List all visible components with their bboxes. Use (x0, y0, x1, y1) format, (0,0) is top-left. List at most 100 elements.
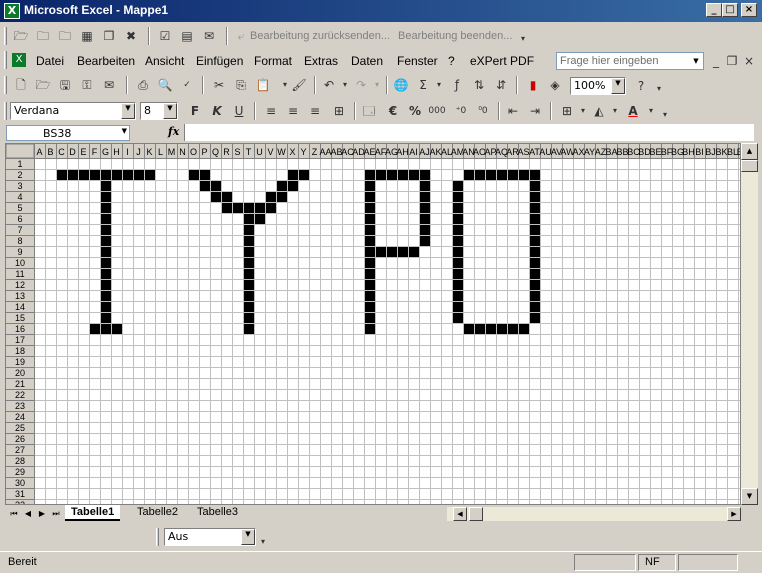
menu-fenster[interactable]: Fenster (397, 54, 438, 68)
menu-help[interactable]: ? (448, 54, 455, 68)
check-icon[interactable]: ☑ (156, 27, 174, 45)
scroll-up-icon[interactable]: ▲ (741, 143, 758, 160)
filled-cell[interactable] (386, 246, 397, 257)
vertical-scrollbar[interactable]: ▲ ▼ (741, 143, 758, 505)
row-header-10[interactable]: 10 (15, 258, 25, 268)
font-size-select[interactable]: 8 ▼ (140, 102, 178, 120)
row-header-5[interactable]: 5 (17, 203, 22, 213)
increase-indent-icon[interactable]: ⇥ (526, 102, 544, 120)
filled-cell[interactable] (408, 169, 419, 180)
filled-cell[interactable] (452, 301, 463, 312)
folder-icon[interactable]: 🗀 (56, 27, 74, 45)
next-sheet-icon[interactable]: ▶ (35, 507, 49, 520)
hyperlink-icon[interactable]: 🌐 (392, 76, 410, 94)
help-question-box[interactable]: Frage hier eingeben ▼ (556, 52, 704, 70)
filled-cell[interactable] (518, 169, 529, 180)
row-header-17[interactable]: 17 (15, 335, 25, 345)
filled-cell[interactable] (276, 180, 287, 191)
prev-sheet-icon[interactable]: ◀ (21, 507, 35, 520)
align-right-icon[interactable]: ≡ (306, 102, 324, 120)
filled-cell[interactable] (364, 268, 375, 279)
filled-cell[interactable] (375, 169, 386, 180)
column-header-y[interactable]: Y (300, 147, 306, 157)
column-header-aj[interactable]: AJ (419, 147, 430, 157)
filled-cell[interactable] (452, 290, 463, 301)
filled-cell[interactable] (56, 169, 67, 180)
column-header-q[interactable]: Q (212, 147, 219, 157)
filled-cell[interactable] (243, 235, 254, 246)
filled-cell[interactable] (100, 235, 111, 246)
spelling-icon[interactable]: ✓ (178, 76, 196, 94)
filled-cell[interactable] (518, 323, 529, 334)
column-header-ax[interactable]: AX (572, 147, 584, 157)
menu-format[interactable]: Format (254, 54, 292, 68)
chart-icon[interactable]: ▦ (78, 27, 96, 45)
scroll-right-icon[interactable]: ▶ (727, 507, 741, 521)
row-header-24[interactable]: 24 (15, 412, 25, 422)
scroll-thumb[interactable] (741, 160, 758, 172)
chevron-down-icon[interactable]: ▼ (611, 78, 625, 94)
drawing-select[interactable]: Aus ▼ (164, 528, 256, 546)
sort-ascending-icon[interactable]: ⇅ (470, 76, 488, 94)
column-header-x[interactable]: X (289, 147, 295, 157)
filled-cell[interactable] (210, 180, 221, 191)
filled-cell[interactable] (529, 213, 540, 224)
sheet-tab-tabelle2[interactable]: Tabelle2 (131, 505, 184, 521)
filled-cell[interactable] (243, 323, 254, 334)
column-header-o[interactable]: O (190, 147, 197, 157)
row-header-4[interactable]: 4 (17, 192, 22, 202)
filled-cell[interactable] (364, 312, 375, 323)
filled-cell[interactable] (408, 246, 419, 257)
filled-cell[interactable] (529, 246, 540, 257)
filled-cell[interactable] (254, 202, 265, 213)
filled-cell[interactable] (485, 169, 496, 180)
column-header-u[interactable]: U (256, 147, 263, 157)
filled-cell[interactable] (529, 312, 540, 323)
filled-cell[interactable] (100, 323, 111, 334)
row-header-22[interactable]: 22 (15, 390, 25, 400)
filled-cell[interactable] (254, 213, 265, 224)
column-header-a[interactable]: A (36, 147, 42, 157)
filled-cell[interactable] (397, 246, 408, 257)
toolbar-grip[interactable] (4, 27, 7, 45)
filled-cell[interactable] (364, 235, 375, 246)
filled-cell[interactable] (78, 169, 89, 180)
filled-cell[interactable] (507, 323, 518, 334)
decrease-decimal-icon[interactable]: ⁰0 (474, 102, 492, 120)
reply-with-changes-button[interactable]: Bearbeitung zurücksenden... (250, 30, 390, 42)
document-icon[interactable]: ▤ (178, 27, 196, 45)
open-icon[interactable]: 🗁 (34, 76, 52, 94)
worksheet-grid[interactable]: A B C D E F G H I J K L M N O P Q R S T U V W X Y Z AA AB AC AD AE AF AG… (5, 143, 741, 505)
name-box[interactable]: BS38 ▼ (6, 125, 130, 141)
column-header-w[interactable]: W (277, 147, 286, 157)
column-header-bh[interactable]: BH (682, 147, 695, 157)
row-header-14[interactable]: 14 (15, 302, 25, 312)
row-header-31[interactable]: 31 (15, 489, 25, 499)
filled-cell[interactable] (100, 257, 111, 268)
chevron-down-icon[interactable]: ▼ (122, 127, 127, 135)
filled-cell[interactable] (419, 180, 430, 191)
row-header-23[interactable]: 23 (15, 401, 25, 411)
filled-cell[interactable] (221, 191, 232, 202)
filled-cell[interactable] (375, 246, 386, 257)
menu-extras[interactable]: Extras (304, 54, 338, 68)
column-header-as[interactable]: AS (517, 147, 529, 157)
filled-cell[interactable] (529, 257, 540, 268)
minimize-button[interactable]: _ (706, 3, 722, 17)
filled-cell[interactable] (474, 323, 485, 334)
column-header-ae[interactable]: AE (363, 147, 375, 157)
fx-icon[interactable]: fx (168, 125, 179, 138)
column-header-t[interactable]: T (246, 147, 252, 157)
email-icon[interactable]: ✉ (100, 76, 118, 94)
filled-cell[interactable] (243, 246, 254, 257)
filled-cell[interactable] (287, 169, 298, 180)
first-sheet-icon[interactable]: ⏮ (7, 507, 21, 520)
filled-cell[interactable] (243, 257, 254, 268)
row-header-21[interactable]: 21 (15, 379, 25, 389)
column-header-bk[interactable]: BK (715, 147, 727, 157)
filled-cell[interactable] (529, 224, 540, 235)
scroll-left-icon[interactable]: ◀ (453, 507, 467, 521)
end-review-button[interactable]: Bearbeitung beenden... (398, 30, 512, 42)
row-header-20[interactable]: 20 (15, 368, 25, 378)
filled-cell[interactable] (419, 224, 430, 235)
